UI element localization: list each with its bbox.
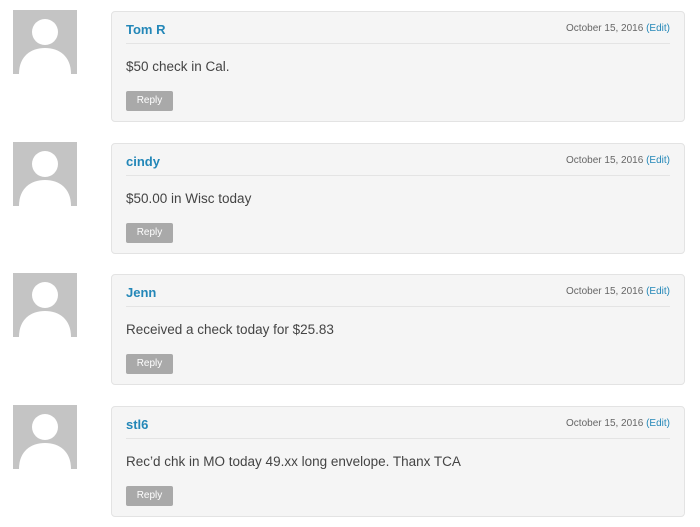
divider — [126, 438, 670, 439]
divider — [126, 175, 670, 176]
comment-card: stl6 October 15, 2016 (Edit) Rec’d chk i… — [111, 406, 685, 517]
comment-author-link[interactable]: stl6 — [126, 417, 148, 432]
comment-card: Tom R October 15, 2016 (Edit) $50 check … — [111, 11, 685, 122]
reply-button[interactable]: Reply — [126, 91, 173, 111]
comment-text: Rec’d chk in MO today 49.xx long envelop… — [126, 454, 461, 469]
comment-meta: October 15, 2016 (Edit) — [566, 155, 670, 166]
comment-meta: October 15, 2016 (Edit) — [566, 286, 670, 297]
edit-link[interactable]: (Edit) — [646, 286, 670, 297]
divider — [126, 43, 670, 44]
comment-item: Jenn October 15, 2016 (Edit) Received a … — [0, 263, 700, 385]
reply-button[interactable]: Reply — [126, 486, 173, 506]
default-avatar-icon — [13, 273, 77, 337]
comment-card: Jenn October 15, 2016 (Edit) Received a … — [111, 274, 685, 385]
edit-link[interactable]: (Edit) — [646, 418, 670, 429]
comment-date[interactable]: October 15, 2016 — [566, 23, 643, 34]
comment-text: $50 check in Cal. — [126, 59, 230, 74]
comment-card: cindy October 15, 2016 (Edit) $50.00 in … — [111, 143, 685, 254]
comment-author-link[interactable]: cindy — [126, 154, 160, 169]
comment-date[interactable]: October 15, 2016 — [566, 418, 643, 429]
comment-text: $50.00 in Wisc today — [126, 191, 252, 206]
comment-list: Tom R October 15, 2016 (Edit) $50 check … — [0, 0, 700, 527]
reply-button[interactable]: Reply — [126, 223, 173, 243]
default-avatar-icon — [13, 10, 77, 74]
comment-item: stl6 October 15, 2016 (Edit) Rec’d chk i… — [0, 395, 700, 517]
comment-item: Tom R October 15, 2016 (Edit) $50 check … — [0, 0, 700, 122]
comment-author-link[interactable]: Jenn — [126, 285, 156, 300]
comment-meta: October 15, 2016 (Edit) — [566, 418, 670, 429]
comment-meta: October 15, 2016 (Edit) — [566, 23, 670, 34]
comment-date[interactable]: October 15, 2016 — [566, 155, 643, 166]
edit-link[interactable]: (Edit) — [646, 155, 670, 166]
edit-link[interactable]: (Edit) — [646, 23, 670, 34]
default-avatar-icon — [13, 405, 77, 469]
default-avatar-icon — [13, 142, 77, 206]
reply-button[interactable]: Reply — [126, 354, 173, 374]
divider — [126, 306, 670, 307]
comment-item: cindy October 15, 2016 (Edit) $50.00 in … — [0, 132, 700, 254]
comment-text: Received a check today for $25.83 — [126, 322, 334, 337]
comment-author-link[interactable]: Tom R — [126, 22, 165, 37]
comment-date[interactable]: October 15, 2016 — [566, 286, 643, 297]
